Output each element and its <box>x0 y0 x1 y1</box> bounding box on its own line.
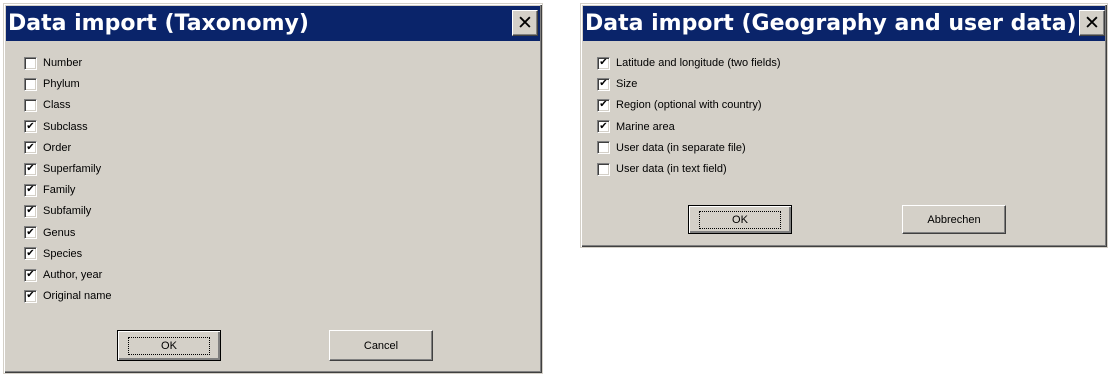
checkbox-checked[interactable]: ✔ <box>24 141 37 155</box>
option-row[interactable]: ✔ Family <box>24 182 75 198</box>
option-row[interactable]: ✔ Region (optional with country) <box>597 97 762 113</box>
geography-import-dialog: Data import (Geography and user data) ✕ … <box>580 3 1108 248</box>
option-label: Author, year <box>43 269 103 281</box>
option-label: Phylum <box>43 78 80 91</box>
option-label: Species <box>43 247 83 260</box>
check-icon: ✔ <box>26 141 35 153</box>
check-icon: ✔ <box>599 57 608 68</box>
ok-button-label: OK <box>128 336 210 355</box>
option-row[interactable]: ✔ Species <box>24 246 82 262</box>
check-icon: ✔ <box>26 184 35 196</box>
option-row[interactable]: User data (in text field) <box>597 161 727 177</box>
option-row[interactable]: ✔ Marine area <box>597 119 675 135</box>
option-row[interactable]: ✔ Superfamily <box>24 161 101 177</box>
cancel-button-label: Abbrechen <box>927 213 981 226</box>
option-label: Subfamily <box>43 205 92 218</box>
cancel-button-label: Cancel <box>363 339 399 352</box>
checkbox-unchecked[interactable] <box>597 162 610 176</box>
option-row[interactable]: ✔ Author, year <box>24 267 102 283</box>
checkbox-checked[interactable]: ✔ <box>597 77 610 91</box>
option-row[interactable]: ✔ Subfamily <box>24 203 91 219</box>
option-row[interactable]: ✔ Order <box>24 140 71 156</box>
taxonomy-import-dialog: Data import (Taxonomy) ✕ Number Phylum Cla… <box>3 3 543 374</box>
checkbox-unchecked[interactable] <box>24 98 37 112</box>
option-label: Original name <box>43 290 112 303</box>
dialog-titlebar[interactable]: Data import (Taxonomy) ✕ <box>6 6 540 41</box>
checkbox-unchecked[interactable] <box>24 77 37 91</box>
ok-button-label: OK <box>699 210 781 229</box>
option-row[interactable]: Class <box>24 97 71 113</box>
check-icon: ✔ <box>26 247 35 259</box>
option-row[interactable]: Number <box>24 55 82 71</box>
close-icon: ✕ <box>517 12 533 34</box>
option-label: User data (in text field) <box>616 163 727 175</box>
checkbox-checked[interactable]: ✔ <box>24 162 37 176</box>
option-label: Size <box>616 78 638 91</box>
ok-button[interactable]: OK <box>688 205 792 234</box>
checkbox-checked[interactable]: ✔ <box>24 120 37 134</box>
option-label: Order <box>43 141 72 154</box>
option-label: Superfamily <box>43 163 102 175</box>
cancel-button[interactable]: Cancel <box>329 330 433 361</box>
checkbox-unchecked[interactable] <box>24 56 37 70</box>
option-label: Class <box>43 99 71 112</box>
checkbox-checked[interactable]: ✔ <box>24 289 37 303</box>
check-icon: ✔ <box>599 99 608 111</box>
option-label: Subclass <box>43 120 88 133</box>
close-button[interactable]: ✕ <box>512 10 538 36</box>
checkbox-unchecked[interactable] <box>597 141 610 155</box>
checkbox-checked[interactable]: ✔ <box>24 183 37 197</box>
option-label: Marine area <box>616 120 675 133</box>
option-row[interactable]: ✔ Original name <box>24 288 111 304</box>
option-row[interactable]: User data (in separate file) <box>597 140 746 156</box>
check-icon: ✔ <box>26 120 35 132</box>
checkbox-checked[interactable]: ✔ <box>24 226 37 240</box>
option-row[interactable]: ✔ Genus <box>24 225 75 241</box>
checkbox-checked[interactable]: ✔ <box>597 98 610 112</box>
check-icon: ✔ <box>26 226 35 238</box>
checkbox-checked[interactable]: ✔ <box>24 204 37 218</box>
check-icon: ✔ <box>26 269 35 280</box>
checkbox-checked[interactable]: ✔ <box>24 268 37 282</box>
ok-button[interactable]: OK <box>117 330 221 361</box>
close-button[interactable]: ✕ <box>1079 10 1105 36</box>
option-label: Region (optional with country) <box>616 99 762 112</box>
option-row[interactable]: ✔ Size <box>597 76 637 92</box>
option-label: Genus <box>43 226 76 239</box>
option-label: Latitude and longitude (two fields) <box>616 57 781 69</box>
option-row[interactable]: ✔ Subclass <box>24 119 88 135</box>
dialog-title: Data import (Taxonomy) <box>8 11 309 36</box>
check-icon: ✔ <box>599 120 608 132</box>
option-row[interactable]: Phylum <box>24 76 80 92</box>
checkbox-checked[interactable]: ✔ <box>597 56 610 70</box>
dialog-titlebar[interactable]: Data import (Geography and user data) ✕ <box>583 6 1105 41</box>
option-label: Number <box>43 57 83 69</box>
close-icon: ✕ <box>1084 12 1100 34</box>
checkbox-checked[interactable]: ✔ <box>24 247 37 261</box>
dialog-title: Data import (Geography and user data) <box>585 11 1077 36</box>
option-label: User data (in separate file) <box>616 141 746 154</box>
check-icon: ✔ <box>26 205 35 217</box>
option-row[interactable]: ✔ Latitude and longitude (two fields) <box>597 55 781 71</box>
checkbox-checked[interactable]: ✔ <box>597 120 610 134</box>
check-icon: ✔ <box>599 78 608 90</box>
option-label: Family <box>43 184 76 197</box>
cancel-button[interactable]: Abbrechen <box>902 205 1006 234</box>
check-icon: ✔ <box>26 290 35 302</box>
check-icon: ✔ <box>26 163 35 174</box>
